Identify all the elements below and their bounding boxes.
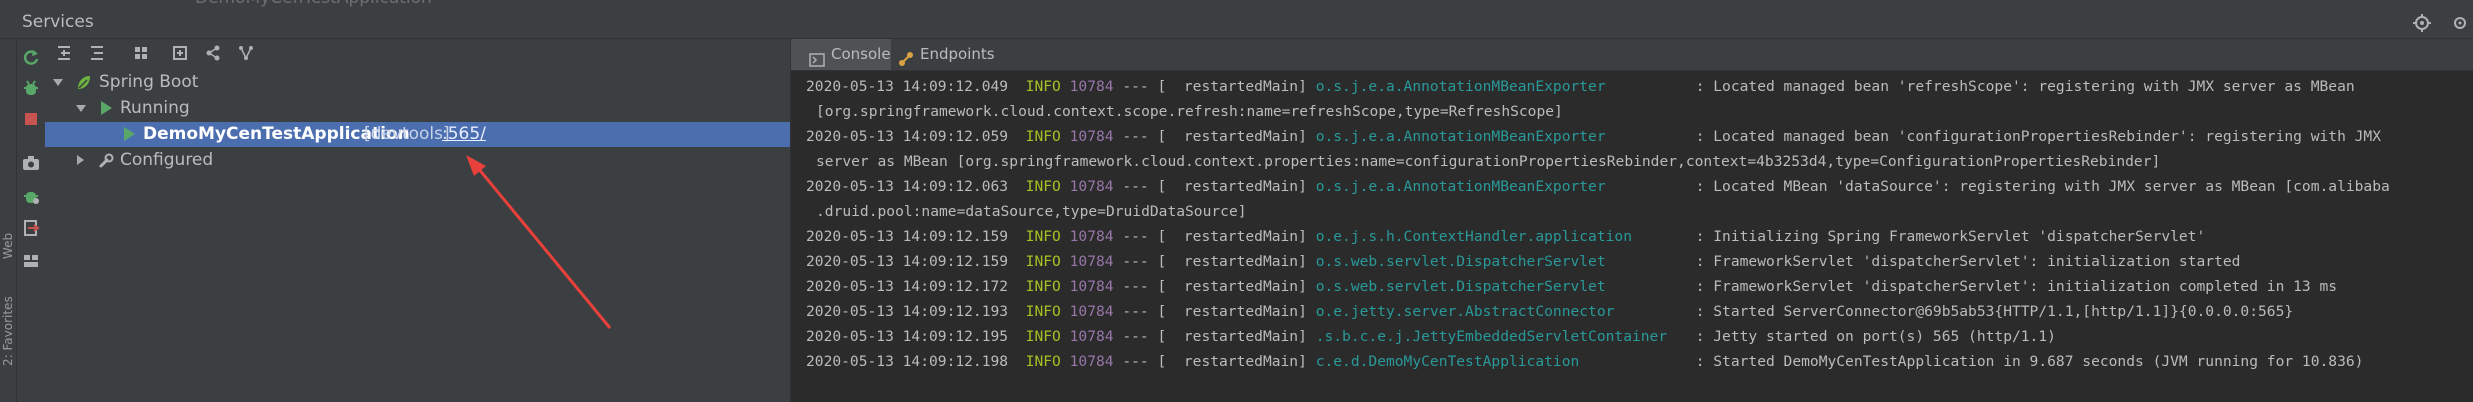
- filter-icon[interactable]: [201, 41, 225, 65]
- settings-gear-icon[interactable]: [2410, 11, 2434, 35]
- rerun-icon[interactable]: [19, 45, 43, 69]
- debug-run-icon[interactable]: [19, 76, 43, 100]
- console-tabs: Console Endpoints: [791, 39, 2473, 71]
- log-continuation: server as MBean [org.springframework.clo…: [816, 153, 2161, 170]
- log-line: 2020-05-13 14:09:12.198 INFO 10784 --- […: [806, 353, 2364, 370]
- background-tab-label: DemoMyCenTestApplication: [195, 0, 432, 8]
- running-app-icon: [124, 127, 135, 141]
- log-line: 2020-05-13 14:09:12.195 INFO 10784 --- […: [806, 328, 2056, 345]
- stop-icon[interactable]: [19, 107, 43, 131]
- collapse-all-icon[interactable]: [85, 41, 109, 65]
- tree-node-app[interactable]: DemoMyCenTestApplication [devtools] :565…: [45, 122, 790, 147]
- tree-node-spring-boot[interactable]: Spring Boot: [45, 70, 790, 95]
- tab-console[interactable]: Console: [791, 39, 891, 70]
- services-title-bar: Services: [0, 8, 2473, 39]
- hierarchy-icon[interactable]: [234, 41, 258, 65]
- layout-icon[interactable]: [19, 249, 43, 273]
- log-line: 2020-05-13 14:09:12.159 INFO 10784 --- […: [806, 253, 2241, 270]
- log-continuation: [org.springframework.cloud.context.scope…: [816, 103, 1563, 120]
- running-icon: [101, 101, 112, 115]
- web-tool-tab[interactable]: Web: [1, 216, 15, 276]
- panel-title: Services: [22, 12, 94, 32]
- debug-settings-icon[interactable]: [19, 184, 43, 208]
- log-line: 2020-05-13 14:09:12.172 INFO 10784 --- […: [806, 278, 2338, 295]
- services-tree-panel: Spring Boot Running DemoMyCenTestApplica…: [45, 39, 791, 402]
- group-by-icon[interactable]: [129, 41, 153, 65]
- tree-node-running[interactable]: Running: [45, 96, 790, 121]
- console-output[interactable]: 2020-05-13 14:09:12.049 INFO 10784 --- […: [791, 74, 2473, 402]
- tab-endpoints[interactable]: Endpoints: [891, 39, 1001, 70]
- background-editor-tab-strip: DemoMyCenTestApplication: [0, 0, 2473, 8]
- devtools-tag: [devtools]: [364, 124, 450, 144]
- tree-node-configured[interactable]: Configured: [45, 148, 790, 173]
- favorites-tool-tab[interactable]: 2: Favorites: [1, 296, 15, 366]
- log-line: 2020-05-13 14:09:12.193 INFO 10784 --- […: [806, 303, 2294, 320]
- expand-arrow-icon[interactable]: [53, 79, 63, 86]
- left-tool-stripe: Web 2: Favorites: [0, 39, 17, 402]
- tree-label: Spring Boot: [99, 72, 199, 92]
- services-action-toolbar: [17, 39, 45, 402]
- log-line: 2020-05-13 14:09:12.159 INFO 10784 --- […: [806, 228, 2206, 245]
- port-link[interactable]: :565/: [442, 122, 486, 147]
- exit-icon[interactable]: [19, 216, 43, 240]
- tab-label: Endpoints: [920, 45, 995, 63]
- collapsed-arrow-icon[interactable]: [77, 155, 84, 165]
- tree-label: Running: [120, 98, 190, 118]
- add-service-icon[interactable]: [168, 41, 192, 65]
- expand-arrow-icon[interactable]: [76, 105, 86, 112]
- log-line: 2020-05-13 14:09:12.063 INFO 10784 --- […: [806, 178, 2390, 195]
- tree-label: Configured: [120, 150, 214, 170]
- console-panel: Console Endpoints 2020-05-13 14:09:12.04…: [791, 39, 2473, 402]
- log-line: 2020-05-13 14:09:12.049 INFO 10784 --- […: [806, 78, 2355, 95]
- log-line: 2020-05-13 14:09:12.059 INFO 10784 --- […: [806, 128, 2382, 145]
- wrench-icon: [98, 152, 114, 177]
- camera-snapshot-icon[interactable]: [19, 151, 43, 175]
- log-continuation: .druid.pool:name=dataSource,type=DruidDa…: [816, 203, 1247, 220]
- tree-toolbar: [45, 39, 790, 67]
- expand-all-icon[interactable]: [52, 41, 76, 65]
- hide-panel-icon[interactable]: [2448, 11, 2472, 35]
- tab-label: Console: [831, 45, 891, 63]
